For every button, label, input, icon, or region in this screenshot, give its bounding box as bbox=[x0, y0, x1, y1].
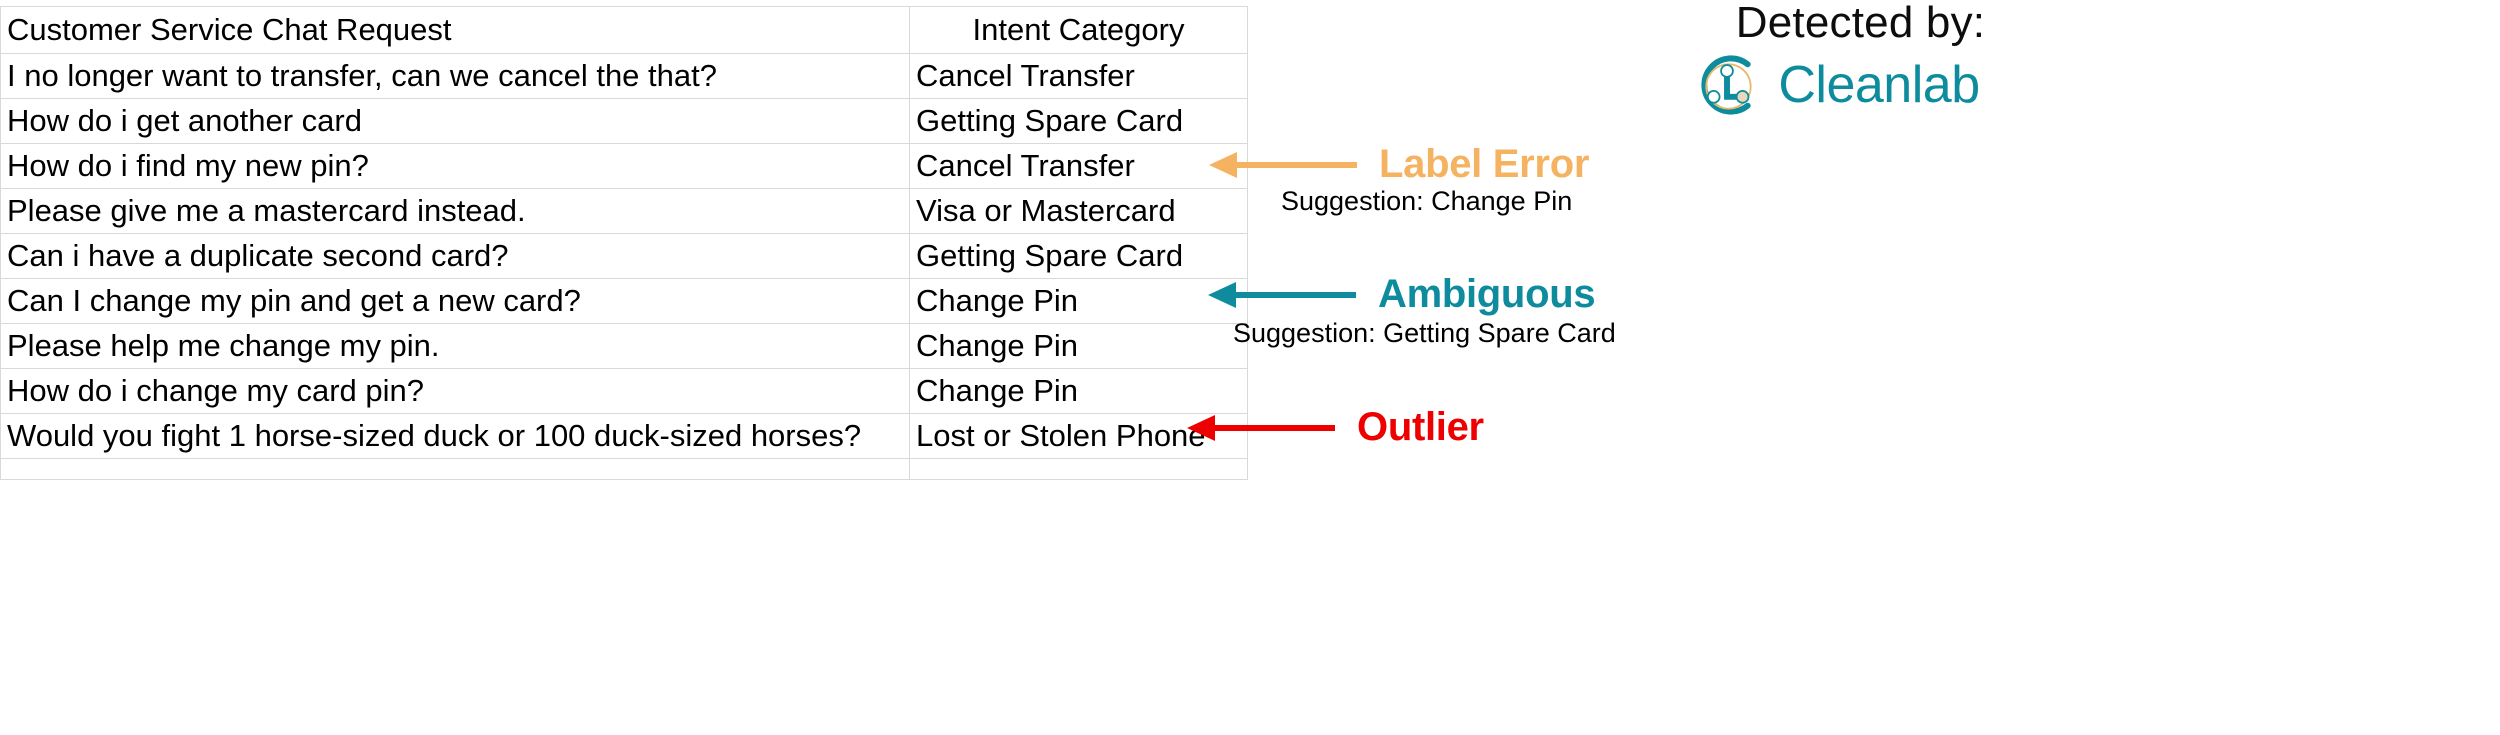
table-row[interactable]: Please help me change my pin. Change Pin bbox=[0, 323, 1248, 369]
cell-request: How do i get another card bbox=[0, 98, 910, 144]
annotation-label-error-text: Label Error bbox=[1379, 142, 1590, 186]
cell-request: Please give me a mastercard instead. bbox=[0, 188, 910, 234]
table-row[interactable]: Can i have a duplicate second card? Gett… bbox=[0, 233, 1248, 279]
cleanlab-brand: Cleanlab bbox=[1221, 48, 2449, 122]
cell-request: How do i change my card pin? bbox=[0, 368, 910, 414]
cleanlab-wordmark: Cleanlab bbox=[1778, 56, 1980, 114]
annotation-ambiguous-text: Ambiguous bbox=[1378, 272, 1596, 316]
table-row[interactable]: How do i find my new pin? Cancel Transfe… bbox=[0, 143, 1248, 189]
suggestion-label-error: Suggestion: Change Pin bbox=[1281, 186, 1573, 216]
cell-request: Please help me change my pin. bbox=[0, 323, 910, 369]
cell-intent: Change Pin bbox=[909, 278, 1248, 324]
cell-request: Would you fight 1 horse-sized duck or 10… bbox=[0, 413, 910, 459]
cell-intent: Visa or Mastercard bbox=[909, 188, 1248, 234]
cell-intent: Cancel Transfer bbox=[909, 53, 1248, 99]
arrow-left-icon bbox=[1208, 281, 1356, 308]
column-header-request: Customer Service Chat Request bbox=[0, 6, 910, 54]
annotation-outlier-text: Outlier bbox=[1357, 405, 1484, 449]
intent-table: Customer Service Chat Request Intent Cat… bbox=[0, 6, 1248, 480]
arrow-left-icon bbox=[1187, 414, 1335, 441]
cell-request: Can i have a duplicate second card? bbox=[0, 233, 910, 279]
annotation-ambiguous: Ambiguous bbox=[1204, 272, 1596, 317]
table-row[interactable]: Please give me a mastercard instead. Vis… bbox=[0, 188, 1248, 234]
cleanlab-logo-icon bbox=[1701, 55, 1752, 115]
table-body: I no longer want to transfer, can we can… bbox=[0, 53, 1248, 480]
table-header-row: Customer Service Chat Request Intent Cat… bbox=[0, 6, 1248, 54]
cell-empty bbox=[0, 458, 910, 480]
detected-by-title: Detected by: bbox=[1735, 0, 1986, 47]
cell-intent: Change Pin bbox=[909, 323, 1248, 369]
table-row[interactable]: I no longer want to transfer, can we can… bbox=[0, 53, 1248, 99]
arrow-left-icon bbox=[1209, 151, 1357, 178]
annotation-label-error: Label Error bbox=[1205, 142, 1589, 187]
table-row-empty bbox=[0, 458, 1248, 480]
detection-legend-panel: Detected by: Cleanlab Label Error Sugges… bbox=[1187, 0, 2500, 735]
annotation-outlier: Outlier bbox=[1183, 405, 1484, 450]
table-row[interactable]: Can I change my pin and get a new card? … bbox=[0, 278, 1248, 324]
cell-empty bbox=[909, 458, 1248, 480]
cell-request: I no longer want to transfer, can we can… bbox=[0, 53, 910, 99]
cell-intent: Cancel Transfer bbox=[909, 143, 1248, 189]
cell-intent: Getting Spare Card bbox=[909, 98, 1248, 144]
cell-request: Can I change my pin and get a new card? bbox=[0, 278, 910, 324]
cell-request: How do i find my new pin? bbox=[0, 143, 910, 189]
column-header-intent: Intent Category bbox=[909, 6, 1248, 54]
table-row[interactable]: Would you fight 1 horse-sized duck or 10… bbox=[0, 413, 1248, 459]
intent-table-container: Customer Service Chat Request Intent Cat… bbox=[0, 6, 1248, 728]
cell-intent: Getting Spare Card bbox=[909, 233, 1248, 279]
table-row[interactable]: How do i get another card Getting Spare … bbox=[0, 98, 1248, 144]
suggestion-ambiguous: Suggestion: Getting Spare Card bbox=[1233, 318, 1616, 348]
table-row[interactable]: How do i change my card pin? Change Pin bbox=[0, 368, 1248, 414]
